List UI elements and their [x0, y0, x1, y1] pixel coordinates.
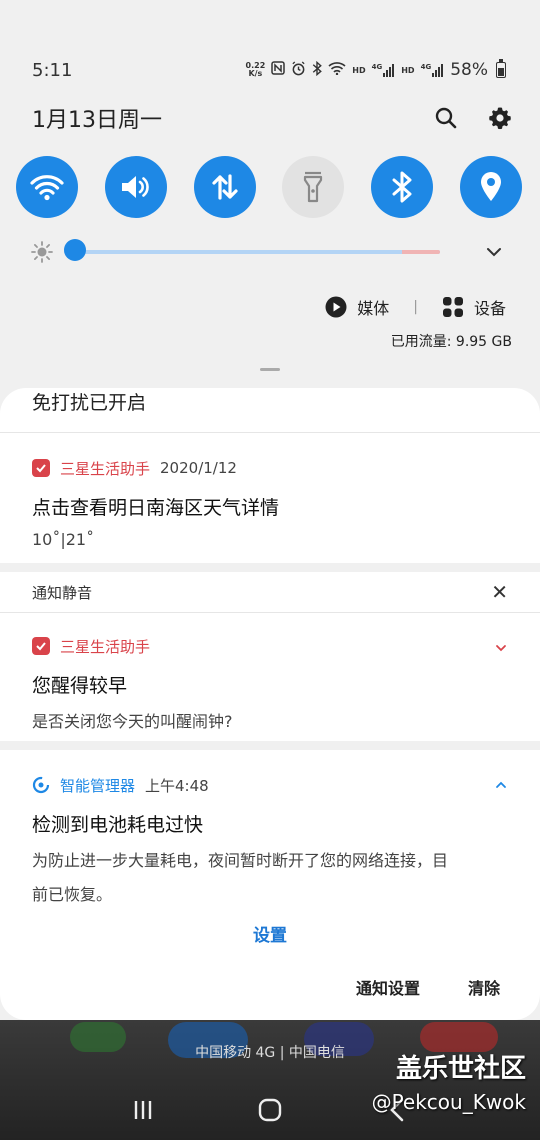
device-care-app-icon	[32, 776, 50, 794]
devices-label: 设备	[473, 299, 506, 318]
notification-settings-button[interactable]: 通知设置	[356, 975, 420, 999]
net-speed: 0.22 K/s	[245, 61, 266, 78]
notification-title: 检测到电池耗电过快	[32, 814, 204, 836]
gear-icon[interactable]	[486, 104, 514, 132]
hd-label-2: HD	[401, 65, 415, 75]
header-actions	[432, 104, 514, 132]
silent-notifications-header: 通知静音 ✕	[0, 572, 540, 612]
section-gap	[0, 741, 540, 750]
chevron-down-icon[interactable]	[482, 240, 506, 264]
mobile-data-toggle[interactable]	[193, 156, 256, 218]
home-icon	[258, 1098, 282, 1122]
notification-card: 免打扰已开启 三星生活助手 2020/1/12 点击查看明日南海区天气详情 10…	[0, 388, 540, 1020]
status-bar: 5:11 0.22 K/s HD 4G HD 4G 58%	[32, 56, 506, 84]
bluetooth-status-icon	[312, 60, 323, 80]
media-label: 媒体	[357, 299, 390, 318]
media-device-row: 媒体 | 设备	[325, 292, 506, 322]
samsung-life-app-icon	[32, 637, 50, 655]
nfc-icon	[271, 61, 286, 79]
samsung-life-app-icon	[32, 459, 50, 477]
data-usage: 已用流量: 9.95 GB	[390, 334, 512, 350]
play-icon	[325, 296, 347, 318]
notification-header: 三星生活助手	[32, 631, 508, 661]
data-arrows-icon	[211, 174, 238, 200]
app-name: 三星生活助手	[60, 459, 151, 478]
brightness-slider[interactable]	[64, 239, 440, 261]
settings-action-button[interactable]: 设置	[32, 907, 508, 958]
notification-weather[interactable]: 三星生活助手 2020/1/12 点击查看明日南海区天气详情 10˚|21˚	[0, 433, 540, 563]
app-name: 智能管理器	[60, 776, 136, 795]
notification-footer: 通知设置 清除	[0, 954, 540, 1020]
brightness-row	[30, 236, 506, 268]
sound-toggle[interactable]	[104, 156, 167, 218]
section-gap	[0, 563, 540, 572]
media-button[interactable]: 媒体	[325, 295, 389, 319]
hd-label-1: HD	[352, 65, 366, 75]
close-icon[interactable]: ✕	[491, 580, 508, 604]
notification-header: 智能管理器 上午4:48	[32, 770, 508, 800]
date-text: 1月13日周一	[32, 108, 162, 133]
notification-text: 10˚|21˚	[32, 530, 95, 549]
brightness-icon	[30, 240, 54, 264]
bluetooth-toggle[interactable]	[371, 156, 434, 218]
separator: |	[413, 299, 418, 315]
notification-alarm[interactable]: 三星生活助手 您醒得较早 是否关闭您今天的叫醒闹钟?	[0, 613, 540, 741]
devices-button[interactable]: 设备	[442, 295, 506, 319]
notification-text-line-1: 为防止进一步大量耗电，夜间暂时断开了您的网络连接，目	[32, 851, 449, 870]
flashlight-toggle[interactable]	[282, 156, 345, 218]
notification-time: 上午4:48	[145, 776, 209, 795]
devices-grid-icon	[442, 297, 463, 317]
home-button[interactable]	[250, 1090, 290, 1130]
app-name: 三星生活助手	[60, 637, 151, 656]
notification-battery[interactable]: 智能管理器 上午4:48 检测到电池耗电过快 为防止进一步大量耗电，夜间暂时断开…	[0, 750, 540, 958]
notification-header: 三星生活助手 2020/1/12	[32, 453, 508, 483]
notification-title: 点击查看明日南海区天气详情	[32, 497, 280, 519]
notification-title: 您醒得较早	[32, 675, 128, 697]
brightness-slider-end	[402, 250, 440, 254]
alarm-icon	[291, 60, 306, 80]
location-pin-icon	[480, 172, 501, 201]
clear-button[interactable]: 清除	[468, 975, 500, 999]
signal-icon-2: 4G	[421, 63, 445, 77]
silent-label: 通知静音	[32, 583, 93, 602]
battery-percent: 58%	[450, 60, 488, 80]
date-row: 1月13日周一	[32, 100, 514, 136]
watermark: 盖乐世社区	[395, 1054, 526, 1084]
location-toggle[interactable]	[459, 156, 522, 218]
notification-time: 2020/1/12	[160, 459, 237, 477]
dnd-banner[interactable]: 免打扰已开启	[0, 388, 540, 432]
status-icons: 0.22 K/s HD 4G HD 4G 58%	[245, 59, 506, 80]
flashlight-icon	[304, 171, 323, 203]
recents-icon	[135, 1101, 152, 1119]
bluetooth-icon	[392, 171, 412, 203]
quick-toggles	[16, 156, 522, 218]
wifi-icon	[30, 175, 64, 201]
chevron-up-icon[interactable]	[494, 778, 508, 792]
notification-text-line-2: 前已恢复。	[32, 885, 113, 904]
watermark-handle: @Pekcou_Kwok	[371, 1090, 526, 1114]
search-icon[interactable]	[432, 104, 460, 132]
chevron-down-icon[interactable]	[494, 641, 508, 655]
panel-drag-handle[interactable]	[260, 368, 280, 371]
signal-icon-1: 4G	[372, 63, 396, 77]
wifi-toggle[interactable]	[16, 156, 78, 218]
status-time: 5:11	[32, 59, 73, 81]
battery-icon	[496, 59, 506, 78]
brightness-slider-knob[interactable]	[64, 239, 86, 261]
notification-text: 是否关闭您今天的叫醒闹钟?	[32, 712, 233, 731]
recents-button[interactable]	[123, 1090, 163, 1130]
speaker-icon	[121, 176, 149, 198]
wifi-status-icon	[328, 61, 346, 79]
